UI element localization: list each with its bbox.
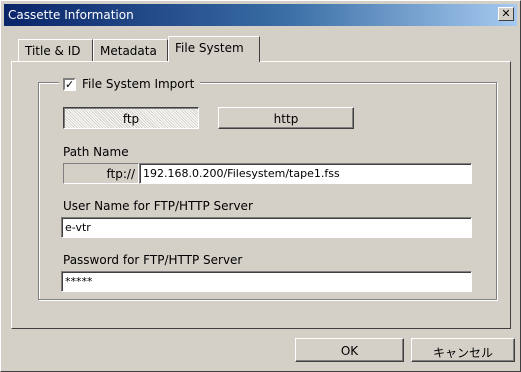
tab-metadata[interactable]: Metadata [93, 39, 168, 61]
close-button[interactable]: ✕ [498, 7, 514, 21]
http-button-label: http [273, 112, 299, 126]
ftp-button-label: ftp [122, 112, 140, 126]
file-system-import-checkbox[interactable]: ✓ [63, 77, 76, 91]
tab-label: Title & ID [25, 44, 81, 58]
file-system-import-label: File System Import [82, 77, 195, 91]
tab-file-system[interactable]: File System [168, 36, 260, 62]
user-name-field[interactable]: e-vtr [61, 217, 472, 238]
password-field[interactable]: ***** [61, 271, 472, 292]
path-name-label: Path Name [63, 145, 129, 159]
file-system-import-toggle[interactable]: ✓ File System Import [59, 76, 201, 92]
user-name-label: User Name for FTP/HTTP Server [63, 199, 253, 213]
window-title: Cassette Information [8, 8, 134, 22]
check-icon: ✓ [65, 77, 75, 91]
tab-label: Metadata [100, 44, 157, 58]
ok-button-label: OK [340, 344, 359, 358]
cancel-button-label: キャンセル [432, 346, 493, 360]
cancel-button[interactable]: キャンセル [411, 338, 515, 362]
tab-label: File System [175, 41, 244, 55]
password-label: Password for FTP/HTTP Server [63, 253, 243, 267]
ftp-button[interactable]: ftp [63, 107, 199, 129]
path-name-field[interactable]: 192.168.0.200/Filesystem/tape1.fss [139, 163, 472, 184]
title-bar[interactable]: Cassette Information ✕ [4, 4, 517, 26]
http-button[interactable]: http [218, 107, 354, 129]
ok-button[interactable]: OK [295, 338, 404, 362]
tab-title-and-id[interactable]: Title & ID [18, 39, 93, 61]
path-prefix: ftp:// [63, 163, 139, 184]
cassette-information-dialog: Cassette Information ✕ Title & ID Metada… [0, 0, 521, 372]
close-icon: ✕ [501, 7, 511, 20]
